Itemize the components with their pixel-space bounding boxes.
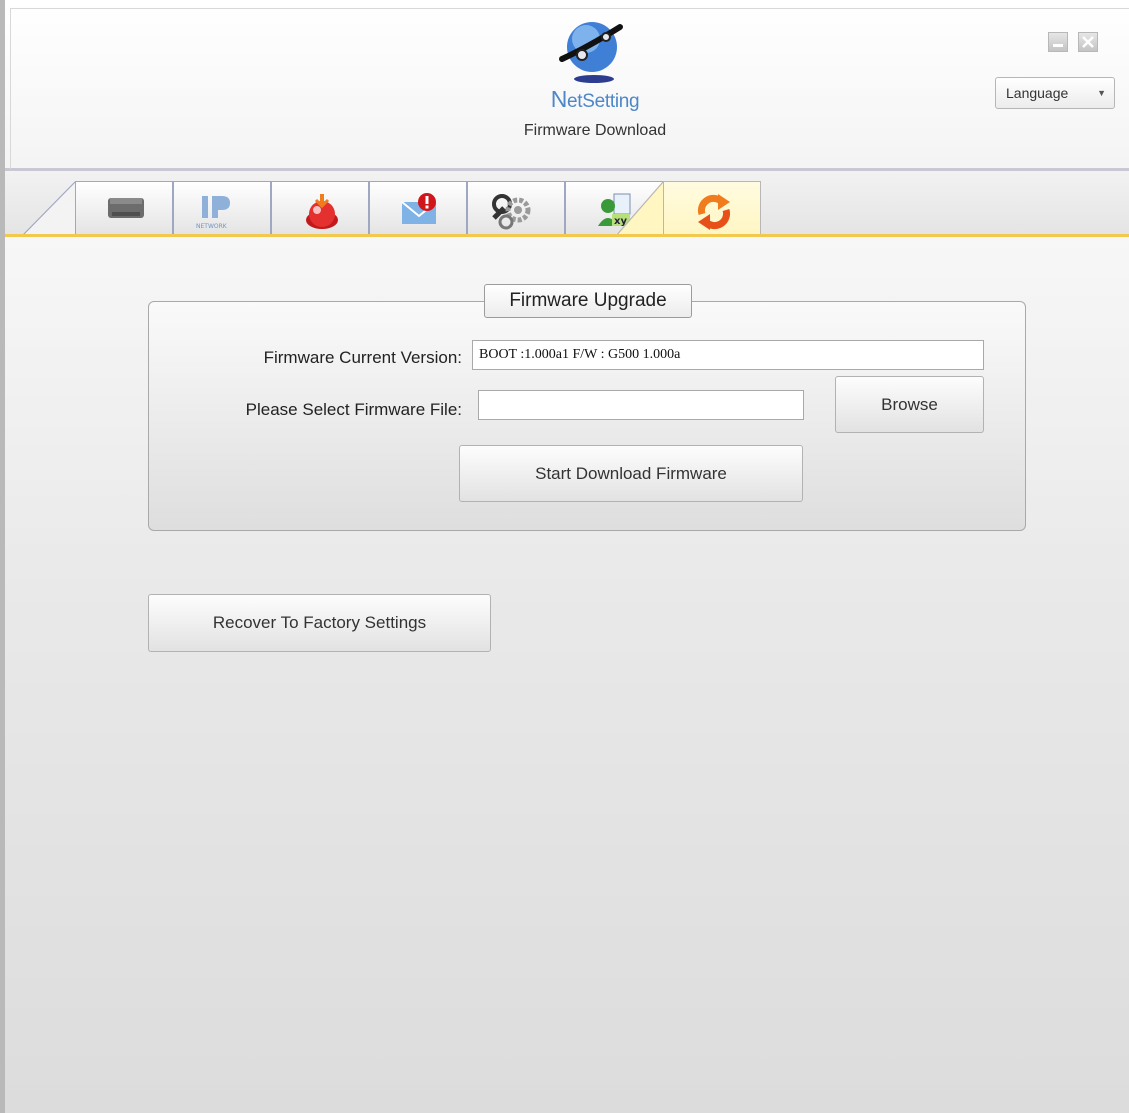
tab-email-alert[interactable] [369,181,467,234]
ip-network-subtext: NETWORK [196,223,228,230]
chevron-down-icon: ▼ [1097,88,1106,98]
current-version-label: Firmware Current Version: [263,348,462,367]
language-select[interactable]: Language ▼ [995,77,1115,109]
printer-icon [108,198,144,218]
email-alert-icon [401,193,437,224]
app-name-rest: etSetting [567,91,640,112]
active-tab-slant [615,181,665,237]
tab-alert[interactable] [271,181,369,234]
firmware-upgrade-title: Firmware Upgrade [484,284,692,318]
app-name-initial: N [550,86,568,112]
minimize-button[interactable] [1048,32,1068,52]
language-select-label: Language [1006,85,1069,101]
start-download-button[interactable]: Start Download Firmware [459,445,803,502]
app-name: NetSetting [485,86,705,113]
tab-printer[interactable] [75,181,173,234]
current-version-field: BOOT :1.000a1 F/W : G500 1.000a [472,340,984,370]
browse-button[interactable]: Browse [835,376,984,433]
gears-icon [492,194,531,230]
ip-network-icon: NETWORK [196,196,230,230]
firmware-file-input[interactable] [478,390,804,420]
tab-settings[interactable] [467,181,565,234]
tab-firmware[interactable] [663,181,761,237]
tab-bar-left-slant [21,181,80,237]
close-button[interactable] [1078,32,1098,52]
tab-ip-network[interactable]: NETWORK [173,181,271,234]
header: NetSetting Firmware Download Language ▼ [5,0,1129,171]
refresh-arrows-icon [697,194,731,230]
close-icon [1082,36,1094,48]
page-title: Firmware Download [523,122,667,139]
alert-button-icon [306,194,338,229]
netsetting-logo-icon [559,22,623,83]
app-window: NetSetting Firmware Download Language ▼ [0,0,1129,1113]
select-file-label: Please Select Firmware File: [245,400,462,419]
recover-factory-settings-button[interactable]: Recover To Factory Settings [148,594,491,652]
